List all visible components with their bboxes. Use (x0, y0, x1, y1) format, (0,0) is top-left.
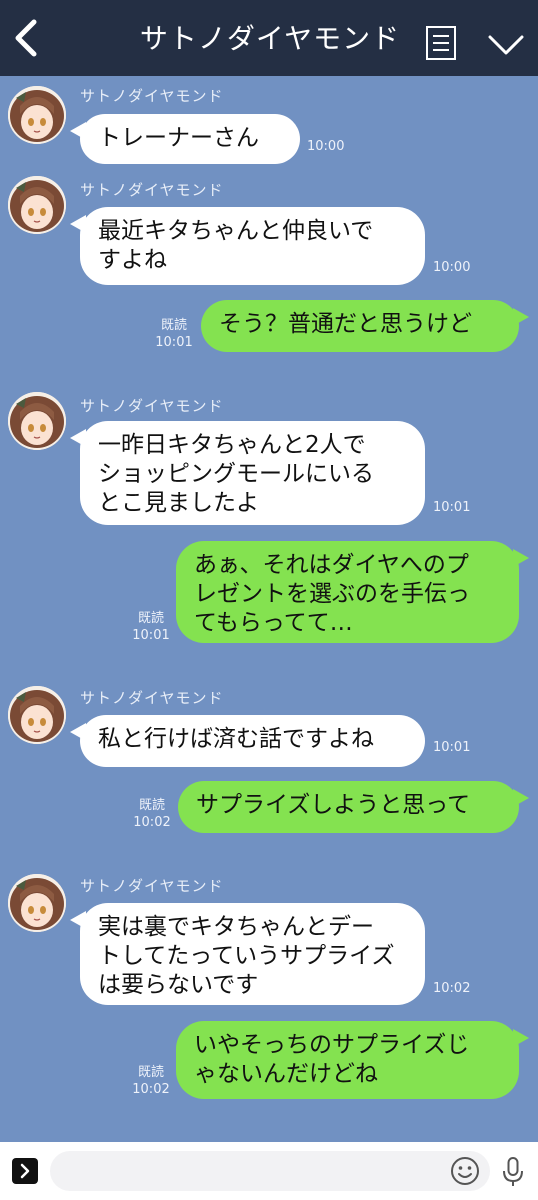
read-receipt: 既読 10:01 (127, 610, 175, 644)
message-time: 10:01 (155, 335, 193, 350)
sender-name: サトノダイヤモンド (80, 397, 224, 415)
message-time: 10:01 (433, 740, 471, 755)
chevron-down-icon (488, 35, 524, 55)
message-time: 10:02 (133, 815, 171, 830)
message-time: 10:02 (433, 981, 471, 996)
message-text: トしてたっていうサプライズ (98, 943, 395, 969)
message-bubble[interactable]: そう？普通だと思うけど (201, 300, 529, 352)
read-label: 既読 (137, 1065, 164, 1080)
avatar-image (8, 874, 66, 932)
avatar-image (8, 392, 66, 450)
sender-name: サトノダイヤモンド (80, 877, 224, 895)
menu-button[interactable] (424, 24, 458, 62)
sender-name: サトノダイヤモンド (80, 87, 224, 105)
back-button[interactable] (6, 16, 46, 60)
avatar[interactable] (8, 686, 66, 744)
message-text: そう？普通だと思うけど (219, 311, 472, 337)
emoji-button[interactable] (449, 1155, 481, 1187)
message-text: 実は裏でキタちゃんとデー (98, 914, 374, 940)
avatar[interactable] (8, 86, 66, 144)
read-label: 既読 (160, 318, 187, 333)
menu-icon (426, 26, 456, 60)
message-time: 10:00 (307, 139, 345, 154)
read-receipt: 既読 10:02 (128, 797, 176, 831)
message-bubble[interactable]: サプライズしようと思って (178, 781, 529, 833)
message-bubble[interactable]: いやそっちのサプライズじ ゃないんだけどね (176, 1021, 529, 1099)
message-text: 私と行けば済む話ですよね (98, 726, 374, 752)
avatar-image (8, 86, 66, 144)
emoji-icon (451, 1157, 479, 1185)
avatar[interactable] (8, 874, 66, 932)
message-composer (0, 1142, 538, 1200)
chevron-left-icon (15, 19, 37, 57)
message-time: 10:00 (433, 260, 471, 275)
message-text: サプライズしようと思って (196, 792, 471, 818)
read-receipt: 既読 10:01 (150, 317, 198, 351)
message-time: 10:01 (433, 500, 471, 515)
message-bubble[interactable]: 最近キタちゃんと仲良いで すよね (70, 207, 425, 285)
read-receipt: 既読 10:02 (127, 1064, 175, 1098)
chat-header: サトノダイヤモンド (0, 0, 538, 76)
message-time: 10:02 (132, 1082, 170, 1097)
avatar[interactable] (8, 392, 66, 450)
message-text: は要らないです (98, 972, 259, 998)
chat-title: サトノダイヤモンド (139, 22, 401, 55)
expand-header-button[interactable] (484, 28, 528, 62)
expand-icon (20, 1163, 30, 1179)
microphone-icon (503, 1157, 523, 1186)
sender-name: サトノダイヤモンド (80, 689, 224, 707)
message-time: 10:01 (132, 628, 170, 643)
message-bubble[interactable]: 実は裏でキタちゃんとデー トしてたっていうサプライズ は要らないです (70, 903, 425, 1005)
sender-name: サトノダイヤモンド (80, 181, 224, 199)
message-text: 一昨日キタちゃんと2人で (98, 432, 366, 458)
message-bubble[interactable]: 一昨日キタちゃんと2人で ショッピングモールにいる とこ見ましたよ (70, 421, 425, 525)
message-text: とこ見ましたよ (98, 490, 259, 516)
microphone-button[interactable] (500, 1155, 526, 1189)
message-bubble[interactable]: 私と行けば済む話ですよね (70, 715, 425, 767)
message-text: いやそっちのサプライズじ (194, 1032, 470, 1058)
read-label: 既読 (138, 798, 165, 813)
message-bubble[interactable]: あぁ、それはダイヤへのプ レゼントを選ぶのを手伝っ てもらってて… (176, 541, 529, 643)
message-text: 最近キタちゃんと仲良いで (98, 218, 374, 244)
message-input[interactable] (50, 1151, 490, 1191)
message-text: てもらってて… (194, 610, 353, 636)
read-label: 既読 (137, 611, 164, 626)
message-bubble[interactable]: トレーナーさん (70, 114, 300, 164)
avatar-image (8, 176, 66, 234)
expand-button[interactable] (12, 1158, 38, 1184)
message-text: すよね (98, 247, 167, 273)
message-text: ショッピングモールにいる (98, 461, 374, 487)
message-text: レゼントを選ぶのを手伝っ (194, 581, 470, 607)
avatar[interactable] (8, 176, 66, 234)
message-text: あぁ、それはダイヤへのプ (194, 552, 469, 578)
message-text: トレーナーさん (98, 125, 259, 151)
avatar-image (8, 686, 66, 744)
message-text: ゃないんだけどね (194, 1061, 378, 1087)
